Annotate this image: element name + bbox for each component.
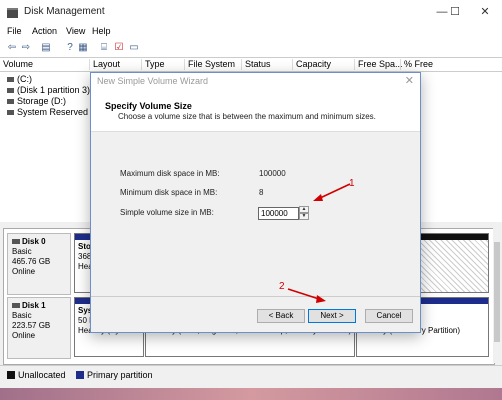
volume-row[interactable]: Storage (D:) (7, 96, 66, 106)
menu-file[interactable]: File (7, 26, 22, 36)
disk-type: Basic (12, 311, 32, 320)
help-icon[interactable]: ? (64, 42, 76, 53)
max-space-label: Maximum disk space in MB: (120, 169, 220, 178)
col-capacity[interactable]: Capacity (292, 59, 331, 70)
volume-size-label: Simple volume size in MB: (120, 208, 214, 217)
cancel-button[interactable]: Cancel (365, 309, 413, 323)
back-button[interactable]: < Back (257, 309, 305, 323)
back-icon[interactable]: ⇦ (6, 42, 18, 53)
drive-icon (7, 88, 14, 94)
min-space-label: Minimum disk space in MB: (120, 188, 218, 197)
drive-icon (7, 99, 14, 105)
partition-name: Sto (78, 242, 91, 251)
disk-icon (12, 239, 20, 244)
dialog-subheading: Choose a volume size that is between the… (118, 112, 376, 121)
vertical-scrollbar[interactable] (493, 228, 501, 363)
volume-name: (C:) (17, 74, 32, 84)
partition-unallocated[interactable] (419, 233, 489, 293)
refresh-icon[interactable]: ☑ (113, 42, 125, 53)
volume-size-input[interactable]: 100000 (258, 207, 299, 220)
col-volume[interactable]: Volume (0, 59, 33, 70)
unallocated-swatch (7, 371, 15, 379)
disk-type: Basic (12, 247, 32, 256)
min-space-value: 8 (259, 188, 264, 197)
volume-row[interactable]: System Reserved (7, 107, 88, 117)
disk-status: Online (12, 267, 36, 276)
disk-name: Disk 1 (22, 301, 46, 310)
scrollbar-thumb[interactable] (494, 242, 500, 342)
volume-name: Storage (D:) (17, 96, 67, 106)
legend-primary-partition: Primary partition (87, 370, 153, 380)
dialog-title: New Simple Volume Wizard (97, 76, 209, 86)
maximize-button[interactable]: ☐ (440, 3, 470, 21)
legend-unallocated: Unallocated (18, 370, 66, 380)
annotation-arrow-2 (287, 288, 326, 303)
dialog-header: Specify Volume Size Choose a volume size… (91, 89, 420, 132)
drive-icon (7, 77, 14, 83)
increment-icon[interactable]: ▲ (299, 206, 309, 213)
col-status[interactable]: Status (241, 59, 271, 70)
dialog-heading: Specify Volume Size (105, 101, 192, 111)
new-simple-volume-wizard: New Simple Volume Wizard ✕ Specify Volum… (90, 72, 421, 333)
menu-view[interactable]: View (66, 26, 85, 36)
close-button[interactable]: ✕ (470, 3, 500, 21)
properties-icon[interactable]: ▦ (77, 42, 89, 53)
disk-1-label[interactable]: Disk 1 Basic 223.57 GB Online (7, 297, 71, 359)
col-layout[interactable]: Layout (89, 59, 120, 70)
toolbar: ⇦ ⇨ ▤ ? ▦ ⌸ ☑ ▭ (0, 39, 502, 58)
col-percent-free[interactable]: % Free (400, 59, 433, 70)
disk-status: Online (12, 331, 36, 340)
disk-icon (12, 303, 20, 308)
title-bar: Disk Management — ☐ ✕ (0, 0, 502, 24)
col-free-space[interactable]: Free Spa... (354, 59, 403, 70)
menu-help[interactable]: Help (92, 26, 111, 36)
disk-0-label[interactable]: Disk 0 Basic 465.76 GB Online (7, 233, 71, 295)
col-file-system[interactable]: File System (184, 59, 235, 70)
max-space-value: 100000 (259, 169, 286, 178)
disk-icon[interactable]: ▭ (128, 42, 140, 53)
menu-action[interactable]: Action (32, 26, 57, 36)
annotation-arrow-1 (313, 183, 351, 201)
col-type[interactable]: Type (141, 59, 165, 70)
disk-size: 465.76 GB (12, 257, 51, 266)
menu-bar: File Action View Help (0, 24, 502, 39)
drive-icon (7, 110, 14, 116)
disk-management-icon (7, 8, 18, 18)
legend-bar: Unallocated Primary partition (0, 365, 502, 384)
volume-column-header: Volume Layout Type File System Status Ca… (0, 58, 502, 72)
annotation-number-2: 2 (279, 281, 285, 292)
volume-size-stepper[interactable]: ▲ ▼ (299, 206, 309, 221)
volume-row[interactable]: (Disk 1 partition 3) (7, 85, 90, 95)
dialog-close-icon[interactable]: ✕ (405, 74, 414, 87)
disk-name: Disk 0 (22, 237, 46, 246)
dialog-title-bar: New Simple Volume Wizard ✕ (91, 73, 420, 89)
forward-icon[interactable]: ⇨ (20, 42, 32, 53)
desktop-background (0, 388, 502, 400)
primary-partition-swatch (76, 371, 84, 379)
volume-name: System Reserved (17, 107, 89, 117)
list-view-icon[interactable]: ▤ (40, 42, 52, 53)
decrement-icon[interactable]: ▼ (299, 213, 309, 220)
volume-name: (Disk 1 partition 3) (17, 85, 91, 95)
app-title: Disk Management (24, 6, 105, 17)
volume-row[interactable]: (C:) (7, 74, 32, 84)
dialog-footer-divider (91, 296, 420, 297)
disk-size: 223.57 GB (12, 321, 51, 330)
rescan-icon[interactable]: ⌸ (98, 42, 110, 53)
next-button[interactable]: Next > (308, 309, 356, 323)
unallocated-hatch (420, 240, 488, 292)
